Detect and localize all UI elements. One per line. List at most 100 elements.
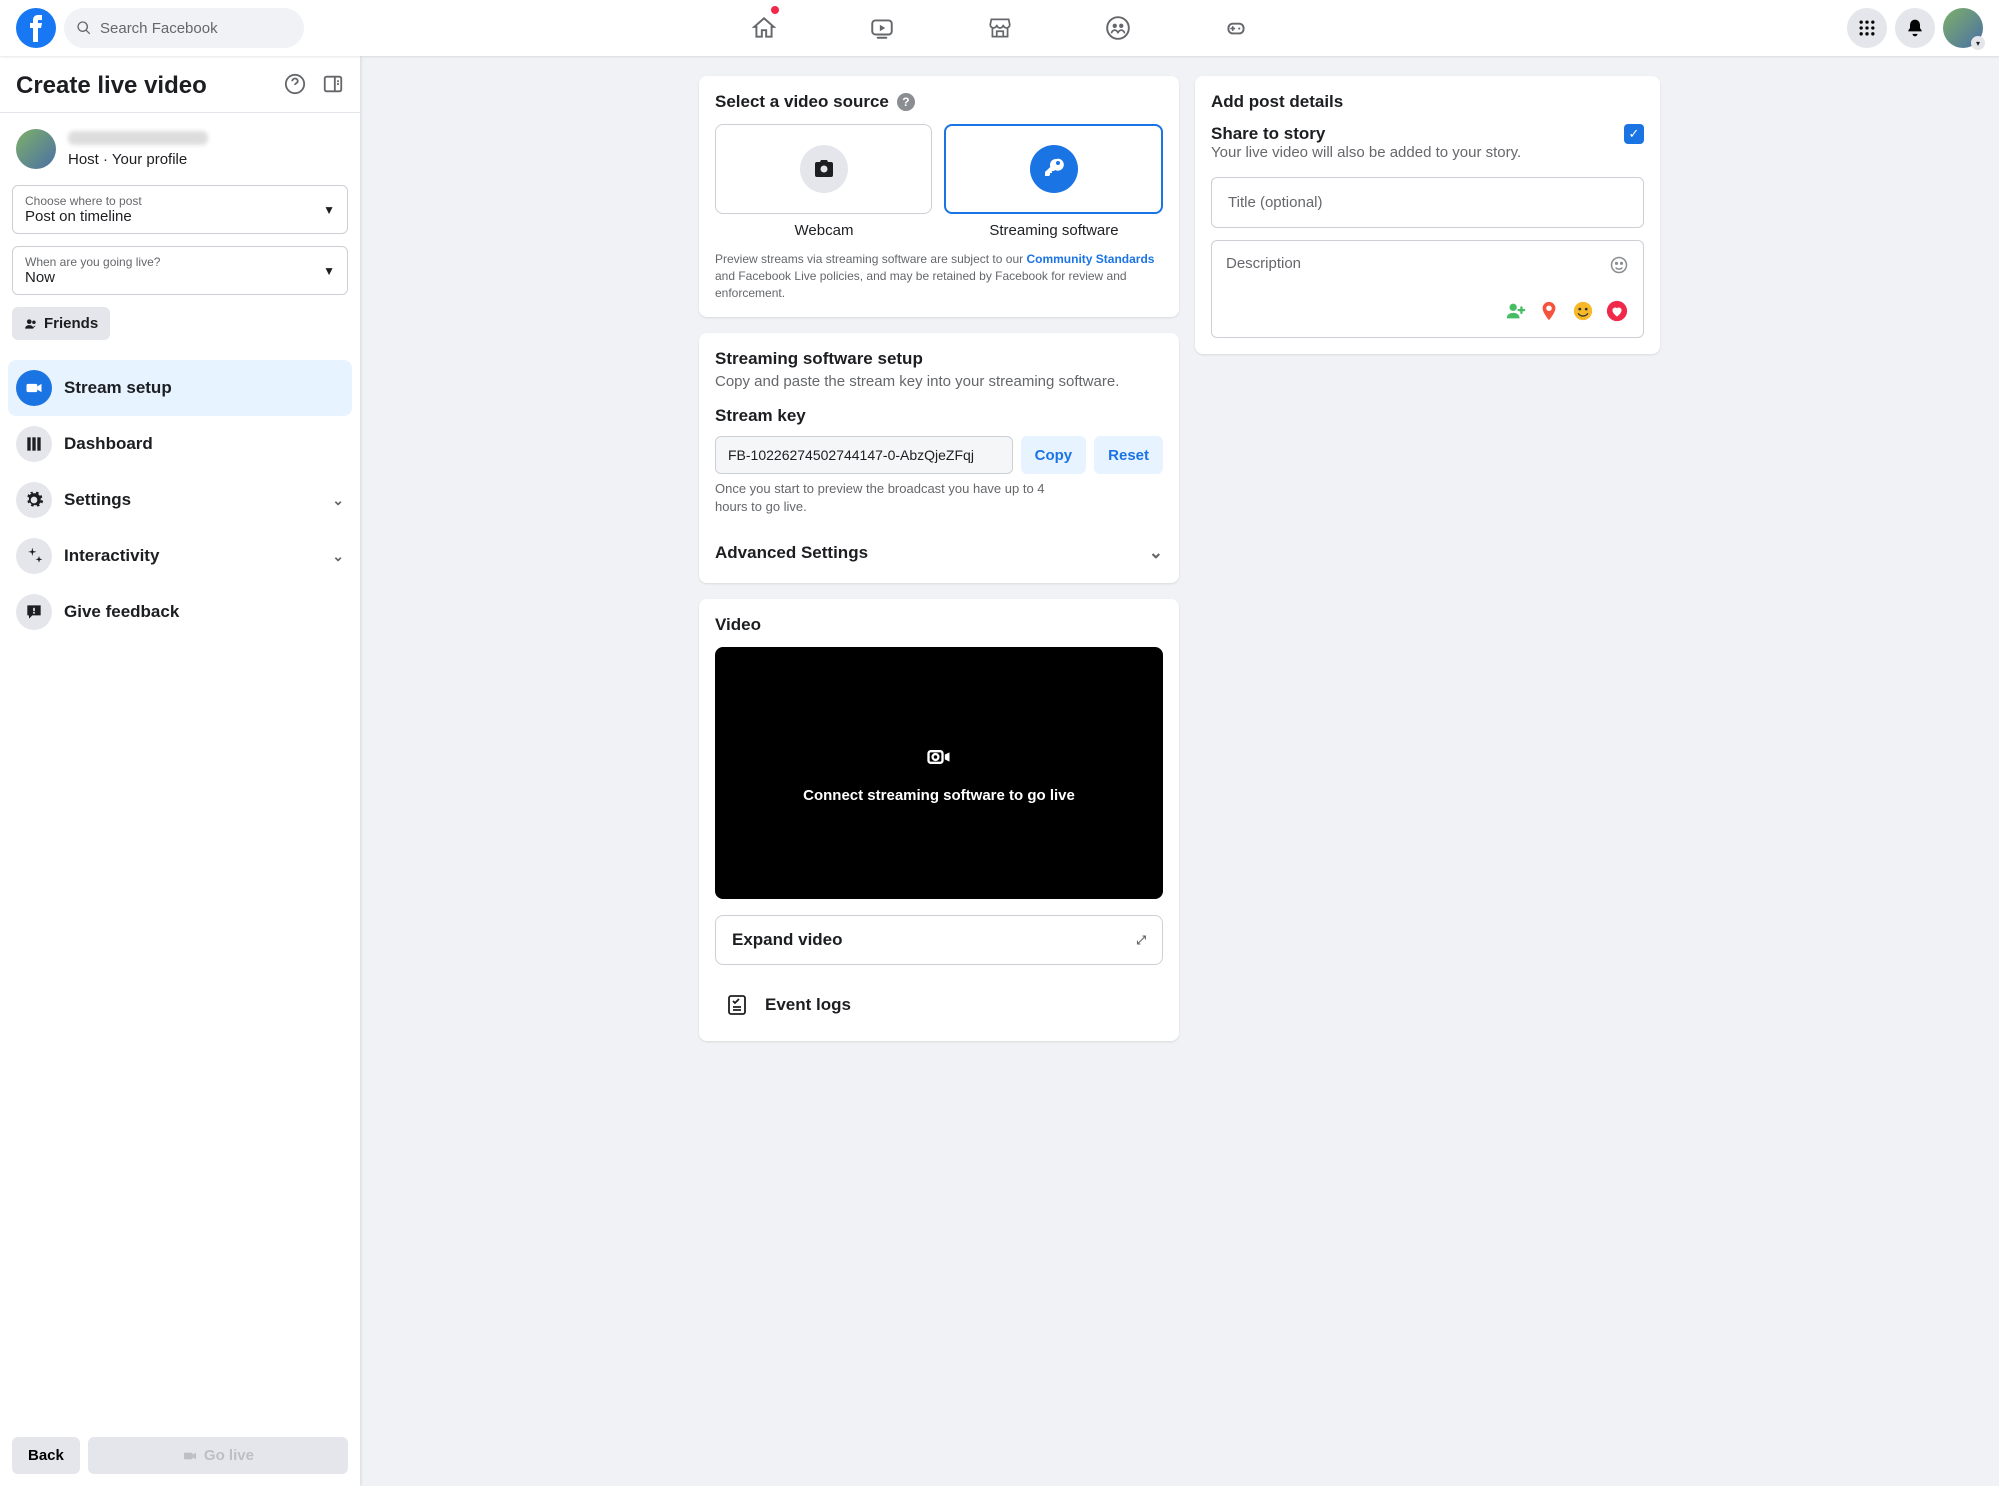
section-title: Video [715, 615, 1163, 635]
panel-header: Create live video [0, 56, 360, 113]
advanced-settings-label: Advanced Settings [715, 543, 868, 563]
right-column: Add post details Share to story Your liv… [1195, 76, 1660, 354]
share-story-checkbox[interactable]: ✓ [1624, 124, 1644, 144]
feeling-icon[interactable] [1571, 299, 1595, 323]
dashboard-icon [16, 426, 52, 462]
section-title: Streaming software setup [715, 349, 1163, 369]
dropdown-label: When are you going live? [25, 255, 160, 269]
chevron-down-icon: ⌄ [332, 548, 344, 565]
notifications-bell-icon[interactable] [1895, 8, 1935, 48]
header-left: Search Facebook [16, 8, 508, 48]
search-input[interactable]: Search Facebook [64, 8, 304, 48]
main-content: Select a video source ? [360, 56, 1999, 1486]
description-input[interactable]: Description [1211, 240, 1644, 338]
video-source-card: Select a video source ? [699, 76, 1179, 317]
post-details-card: Add post details Share to story Your liv… [1195, 76, 1660, 354]
source-software-option[interactable] [944, 124, 1163, 214]
profile-row: Host · Your profile [0, 113, 360, 185]
nav-home-icon[interactable] [709, 0, 819, 56]
community-standards-link[interactable]: Community Standards [1026, 252, 1154, 266]
stream-key-input[interactable]: FB-10226274502744147-0-AbzQjeZFqj [715, 436, 1013, 474]
back-button[interactable]: Back [12, 1437, 80, 1474]
dropdown-label: Choose where to post [25, 194, 142, 208]
caret-down-icon: ▼ [323, 264, 335, 278]
description-placeholder: Description [1226, 255, 1301, 279]
tag-people-icon[interactable] [1503, 299, 1527, 323]
section-subtitle: Copy and paste the stream key into your … [715, 373, 1163, 390]
where-to-post-dropdown[interactable]: Choose where to post Post on timeline ▼ [12, 185, 348, 234]
expand-video-label: Expand video [732, 930, 843, 950]
search-icon [76, 20, 92, 36]
chevron-down-icon: ▾ [1971, 36, 1985, 50]
reset-button[interactable]: Reset [1094, 436, 1163, 474]
event-logs-label: Event logs [765, 995, 851, 1015]
sparkle-icon [16, 538, 52, 574]
nav-label: Settings [64, 490, 131, 510]
expand-video-button[interactable]: Expand video ⤢ [715, 915, 1163, 965]
help-icon[interactable]: ? [897, 93, 915, 111]
audience-friends-button[interactable]: Friends [12, 307, 110, 340]
when-going-live-dropdown[interactable]: When are you going live? Now ▼ [12, 246, 348, 295]
help-icon[interactable] [284, 73, 306, 99]
disclaimer-text: Preview streams via streaming software a… [715, 251, 1163, 301]
nav-stream-setup[interactable]: Stream setup [8, 360, 352, 416]
emoji-icon[interactable] [1609, 255, 1629, 279]
header-center-nav [508, 0, 1492, 56]
feedback-icon [16, 594, 52, 630]
share-story-title: Share to story [1211, 124, 1521, 144]
user-name-redacted [68, 131, 208, 145]
menu-grid-icon[interactable] [1847, 8, 1887, 48]
title-input[interactable]: Title (optional) [1211, 177, 1644, 228]
advanced-settings-toggle[interactable]: Advanced Settings ⌄ [715, 539, 1163, 567]
streaming-icon [925, 743, 953, 775]
header-right: ▾ [1491, 8, 1983, 48]
nav-dashboard[interactable]: Dashboard [8, 416, 352, 472]
profile-subtitle: Host · Your profile [68, 151, 208, 168]
video-connect-text: Connect streaming software to go live [803, 787, 1075, 804]
user-avatar [16, 129, 56, 169]
streaming-setup-card: Streaming software setup Copy and paste … [699, 333, 1179, 583]
go-live-button[interactable]: Go live [88, 1437, 348, 1474]
share-story-subtitle: Your live video will also be added to yo… [1211, 144, 1521, 161]
location-icon[interactable] [1537, 299, 1561, 323]
copy-button[interactable]: Copy [1021, 436, 1087, 474]
facebook-logo-icon[interactable] [16, 8, 56, 48]
source-webcam-option[interactable] [715, 124, 932, 214]
friends-label: Friends [44, 315, 98, 332]
nav-give-feedback[interactable]: Give feedback [8, 584, 352, 640]
section-title: Add post details [1211, 92, 1644, 112]
software-label: Streaming software [945, 222, 1163, 239]
left-panel: Create live video Host · Your profile Ch… [0, 56, 360, 1486]
video-preview: Connect streaming software to go live [715, 647, 1163, 899]
camera-icon [16, 370, 52, 406]
chevron-down-icon: ⌄ [332, 492, 344, 509]
nav-label: Stream setup [64, 378, 172, 398]
search-placeholder: Search Facebook [100, 20, 218, 37]
charity-icon[interactable] [1605, 299, 1629, 323]
event-logs-button[interactable]: Event logs [715, 985, 1163, 1025]
page-title: Create live video [16, 72, 207, 100]
panel-collapse-icon[interactable] [322, 73, 344, 99]
profile-avatar[interactable]: ▾ [1943, 8, 1983, 48]
nav-groups-icon[interactable] [1063, 0, 1173, 56]
dropdown-value: Now [25, 269, 160, 286]
top-header: Search Facebook ▾ [0, 0, 1999, 56]
chevron-down-icon: ⌄ [1149, 543, 1163, 563]
stream-key-note: Once you start to preview the broadcast … [715, 480, 1065, 515]
nav-label: Dashboard [64, 434, 153, 454]
center-column: Select a video source ? [699, 76, 1179, 1041]
panel-footer: Back Go live [0, 1425, 360, 1486]
nav-label: Give feedback [64, 602, 179, 622]
gear-icon [16, 482, 52, 518]
notification-dot [771, 6, 779, 14]
nav-gaming-icon[interactable] [1181, 0, 1291, 56]
expand-icon: ⤢ [1136, 933, 1146, 948]
camera-icon [800, 145, 848, 193]
nav-watch-icon[interactable] [827, 0, 937, 56]
nav-interactivity[interactable]: Interactivity ⌄ [8, 528, 352, 584]
nav-settings[interactable]: Settings ⌄ [8, 472, 352, 528]
section-title: Select a video source ? [715, 92, 1163, 112]
caret-down-icon: ▼ [323, 203, 335, 217]
nav-marketplace-icon[interactable] [945, 0, 1055, 56]
video-preview-card: Video Connect streaming software to go l… [699, 599, 1179, 1041]
